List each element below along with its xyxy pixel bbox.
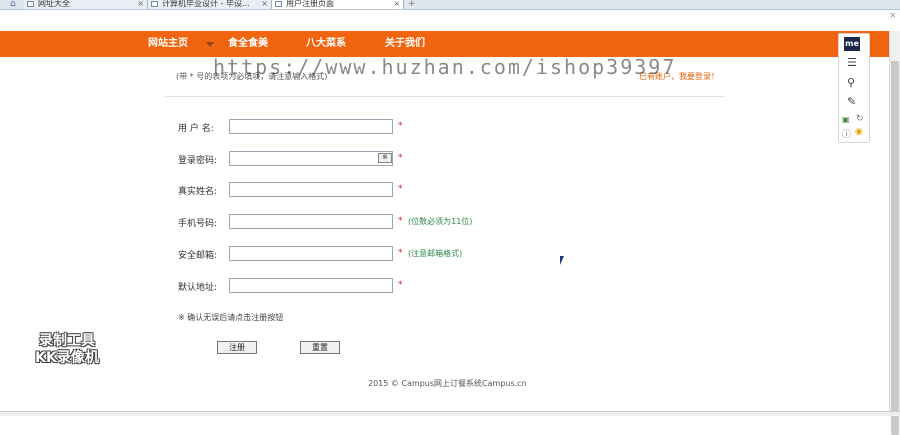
main-nav: 网站主页 食全食美 八大菜系 关于我们: [0, 31, 890, 57]
tab-label: 用户注册页面: [286, 0, 334, 8]
address-label: 默认地址:: [178, 283, 218, 293]
close-icon[interactable]: ×: [889, 11, 897, 21]
required-mark: *: [398, 121, 403, 131]
footer-copyright: 2015 © Campus网上订餐系统Campus.cn: [368, 379, 527, 388]
password-input[interactable]: [229, 151, 393, 166]
page-icon: [151, 1, 158, 7]
confirm-note: ※ 确认无误后请点击注册按钮: [178, 313, 284, 322]
search-icon[interactable]: ⚲: [847, 76, 855, 89]
reset-button[interactable]: 重置: [300, 341, 340, 354]
tab-nav-sites[interactable]: 网址大全 ×: [24, 0, 148, 9]
recorder-line: KK录像机: [35, 350, 99, 366]
tab-register-page[interactable]: 用户注册页面 ×: [272, 0, 404, 9]
refresh-icon[interactable]: ↻: [856, 114, 864, 124]
email-label: 安全邮箱:: [178, 251, 218, 261]
nav-item-about[interactable]: 关于我们: [385, 31, 425, 57]
nav-item-cuisines[interactable]: 八大菜系: [306, 31, 346, 57]
close-icon[interactable]: ×: [393, 0, 400, 8]
pencil-icon[interactable]: ✎: [847, 95, 856, 108]
email-hint: (注意邮箱格式): [408, 249, 463, 258]
tab-label: 网址大全: [38, 0, 70, 8]
required-mark: *: [398, 280, 403, 290]
username-label: 用 户 名:: [178, 124, 214, 134]
menu-icon[interactable]: ☰: [847, 56, 857, 69]
dropdown-marker-icon: [206, 42, 214, 47]
recorder-watermark: 录制工具 KK录像机: [24, 333, 110, 367]
realname-input[interactable]: [229, 182, 393, 197]
browser-tab-bar: ⌂ 网址大全 × 计算机毕业设计 - 毕设... × 用户注册页面 × +: [0, 0, 900, 10]
required-mark: *: [398, 248, 403, 258]
nav-item-food[interactable]: 食全食美: [228, 31, 268, 57]
status-bar: [0, 411, 900, 416]
realname-label: 真实姓名:: [178, 187, 218, 197]
recorder-line: 录制工具: [39, 333, 95, 349]
watermark-text: https://www.huzhan.com/ishop39397: [213, 55, 677, 79]
address-input[interactable]: [229, 278, 393, 293]
eye-icon[interactable]: ◉: [855, 127, 863, 137]
floating-toolbox: me ☰ ⚲ ✎ ▣ ↻ ⓘ ◉: [838, 33, 870, 143]
register-button[interactable]: 注册: [217, 341, 257, 354]
required-mark: *: [398, 153, 403, 163]
tab-graduation-project[interactable]: 计算机毕业设计 - 毕设... ×: [148, 0, 272, 9]
required-mark: *: [398, 216, 403, 226]
username-input[interactable]: [229, 119, 393, 134]
page-icon: [275, 1, 282, 7]
scrollbar-thumb[interactable]: [891, 61, 899, 435]
email-input[interactable]: [229, 246, 393, 261]
home-icon[interactable]: ⌂: [10, 0, 16, 9]
keyboard-icon[interactable]: ▦: [378, 153, 392, 163]
required-mark: *: [398, 184, 403, 194]
phone-input[interactable]: [229, 214, 393, 229]
phone-hint: (位数必须为11位): [408, 217, 473, 226]
nav-item-home[interactable]: 网站主页: [148, 31, 188, 57]
close-icon[interactable]: ×: [261, 0, 268, 8]
chart-icon[interactable]: ▣: [842, 115, 850, 124]
divider: [165, 96, 725, 97]
page-icon: [27, 1, 34, 7]
info-icon[interactable]: ⓘ: [842, 127, 851, 140]
mouse-cursor-icon: [560, 256, 564, 265]
page-scrollbar[interactable]: [889, 31, 900, 435]
new-tab-icon[interactable]: +: [408, 0, 416, 9]
phone-label: 手机号码:: [178, 219, 218, 229]
close-icon[interactable]: ×: [137, 0, 144, 8]
tab-label: 计算机毕业设计 - 毕设...: [162, 0, 250, 8]
password-label: 登录密码:: [178, 156, 218, 166]
me-logo-icon[interactable]: me: [844, 37, 860, 51]
